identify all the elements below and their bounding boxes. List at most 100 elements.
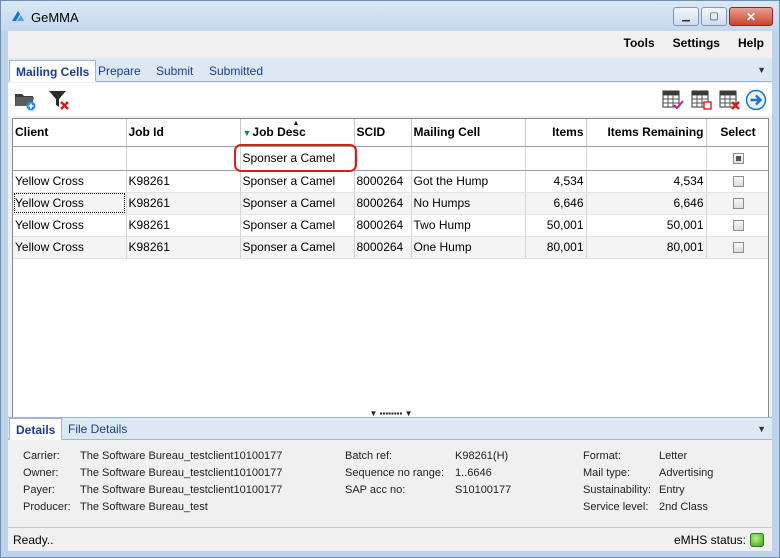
cell-job-desc[interactable]: Sponser a Camel xyxy=(240,236,355,259)
filter-items[interactable] xyxy=(525,146,587,171)
col-header-job-desc[interactable]: ▲ ▼Job Desc xyxy=(240,119,355,147)
cell-job-desc[interactable]: Sponser a Camel xyxy=(240,192,355,215)
tab-submit[interactable]: Submit xyxy=(150,60,199,82)
maximize-icon: ▢ xyxy=(709,11,719,22)
deselect-grid-icon[interactable] xyxy=(691,89,713,111)
tab-file-details[interactable]: File Details xyxy=(62,418,133,440)
cell-scid[interactable]: 8000264 xyxy=(354,214,412,237)
open-folder-add-icon[interactable] xyxy=(14,89,36,111)
cell-select[interactable] xyxy=(706,170,768,193)
col-header-job-id[interactable]: Job Id xyxy=(126,119,241,147)
client-area: Tools Settings Help Mailing Cells Prepar… xyxy=(8,31,772,551)
col-header-scid[interactable]: SCID xyxy=(354,119,412,147)
cell-job-desc[interactable]: Sponser a Camel xyxy=(240,214,355,237)
filter-job-id[interactable] xyxy=(126,146,241,171)
select-all-checkbox[interactable] xyxy=(732,153,744,165)
row-select-checkbox[interactable] xyxy=(732,220,744,232)
filter-select[interactable] xyxy=(706,146,768,171)
row-select-checkbox[interactable] xyxy=(732,176,744,188)
close-button[interactable]: ✕ xyxy=(729,7,773,26)
table-row[interactable]: Yellow Cross K98261 Sponser a Camel 8000… xyxy=(13,236,768,259)
close-icon: ✕ xyxy=(745,9,757,24)
row-select-checkbox[interactable] xyxy=(732,198,744,210)
carrier-label: Carrier: xyxy=(23,450,60,462)
col-header-items[interactable]: Items xyxy=(525,119,587,147)
cell-select[interactable] xyxy=(706,214,768,237)
filter-items-remaining[interactable] xyxy=(586,146,707,171)
cell-client[interactable]: Yellow Cross xyxy=(13,214,127,237)
status-text: Ready.. xyxy=(13,533,54,547)
cell-job-id[interactable]: K98261 xyxy=(126,236,241,259)
cell-job-id[interactable]: K98261 xyxy=(126,192,241,215)
tab-details[interactable]: Details xyxy=(9,418,63,440)
minimize-button[interactable]: ▁ xyxy=(673,7,699,26)
cell-scid[interactable]: 8000264 xyxy=(354,192,412,215)
cell-mailing-cell[interactable]: Got the Hump xyxy=(411,170,526,193)
cell-job-id[interactable]: K98261 xyxy=(126,214,241,237)
cell-select[interactable] xyxy=(706,192,768,215)
cell-client[interactable]: Yellow Cross xyxy=(13,192,127,215)
select-all-grid-icon[interactable] xyxy=(662,89,684,111)
filter-row: Sponser a Camel xyxy=(13,146,768,171)
mailing-cells-grid: Client Job Id ▲ ▼Job Desc SCID Mailing Ce… xyxy=(12,118,769,440)
cell-items-remaining[interactable]: 6,646 xyxy=(586,192,707,215)
cell-mailing-cell[interactable]: One Hump xyxy=(411,236,526,259)
tab-prepare[interactable]: Prepare xyxy=(92,60,147,82)
panel-splitter[interactable]: ▼ ▪▪▪▪▪▪▪▪ ▼ xyxy=(356,409,426,418)
filter-scid[interactable] xyxy=(354,146,412,171)
delete-grid-icon[interactable] xyxy=(719,89,741,111)
col-header-mailing-cell[interactable]: Mailing Cell xyxy=(411,119,526,147)
filter-mailing-cell[interactable] xyxy=(411,146,526,171)
details-tabs: Details File Details ▼ xyxy=(8,417,772,440)
row-select-checkbox[interactable] xyxy=(732,242,744,254)
cell-items-remaining[interactable]: 4,534 xyxy=(586,170,707,193)
cell-client[interactable]: Yellow Cross xyxy=(13,170,127,193)
tab-mailing-cells[interactable]: Mailing Cells xyxy=(9,60,97,82)
col-header-select[interactable]: Select xyxy=(706,119,768,147)
menu-help[interactable]: Help xyxy=(738,36,764,50)
cell-items-remaining[interactable]: 50,001 xyxy=(586,214,707,237)
clear-filter-icon[interactable] xyxy=(48,89,70,111)
filter-client[interactable] xyxy=(13,146,127,171)
cell-job-id[interactable]: K98261 xyxy=(126,170,241,193)
app-window: GeMMA ▁ ▢ ✕ Tools Settings Help Mailing … xyxy=(0,0,780,558)
cell-items[interactable]: 80,001 xyxy=(525,236,587,259)
cell-client[interactable]: Yellow Cross xyxy=(13,236,127,259)
mail-type-value: Advertising xyxy=(659,467,714,479)
tab-submitted[interactable]: Submitted xyxy=(203,60,269,82)
cell-select[interactable] xyxy=(706,236,768,259)
menu-settings[interactable]: Settings xyxy=(673,36,720,50)
service-level-label: Service level: xyxy=(583,501,649,513)
sap-acc-label: SAP acc no: xyxy=(345,484,406,496)
tab-dropdown-icon[interactable]: ▼ xyxy=(757,65,766,75)
payer-label: Payer: xyxy=(23,484,55,496)
maximize-button[interactable]: ▢ xyxy=(701,7,727,26)
producer-value: The Software Bureau_test xyxy=(80,501,208,513)
table-row[interactable]: Yellow Cross K98261 Sponser a Camel 8000… xyxy=(13,170,768,193)
carrier-value: The Software Bureau_testclient10100177 xyxy=(80,450,283,462)
title-bar[interactable]: GeMMA ▁ ▢ ✕ xyxy=(1,1,779,31)
filter-job-desc[interactable]: Sponser a Camel xyxy=(240,146,355,171)
col-header-client[interactable]: Client xyxy=(13,119,127,147)
cell-job-desc[interactable]: Sponser a Camel xyxy=(240,170,355,193)
cell-items[interactable]: 50,001 xyxy=(525,214,587,237)
cell-mailing-cell[interactable]: No Humps xyxy=(411,192,526,215)
menu-tools[interactable]: Tools xyxy=(624,36,655,50)
cell-mailing-cell[interactable]: Two Hump xyxy=(411,214,526,237)
owner-label: Owner: xyxy=(23,467,59,479)
details-dropdown-icon[interactable]: ▼ xyxy=(757,424,766,434)
emhs-status-label: eMHS status: xyxy=(673,533,746,547)
cell-scid[interactable]: 8000264 xyxy=(354,170,412,193)
col-header-items-remaining[interactable]: Items Remaining xyxy=(586,119,707,147)
next-arrow-icon[interactable] xyxy=(745,89,767,111)
owner-value: The Software Bureau_testclient10100177 xyxy=(80,467,283,479)
cell-items[interactable]: 6,646 xyxy=(525,192,587,215)
cell-scid[interactable]: 8000264 xyxy=(354,236,412,259)
table-row[interactable]: Yellow Cross K98261 Sponser a Camel 8000… xyxy=(13,214,768,237)
table-row[interactable]: Yellow Cross K98261 Sponser a Camel 8000… xyxy=(13,192,768,215)
status-ok-icon xyxy=(750,533,764,547)
cell-items-remaining[interactable]: 80,001 xyxy=(586,236,707,259)
service-level-value: 2nd Class xyxy=(659,501,708,513)
cell-items[interactable]: 4,534 xyxy=(525,170,587,193)
producer-label: Producer: xyxy=(23,501,71,513)
